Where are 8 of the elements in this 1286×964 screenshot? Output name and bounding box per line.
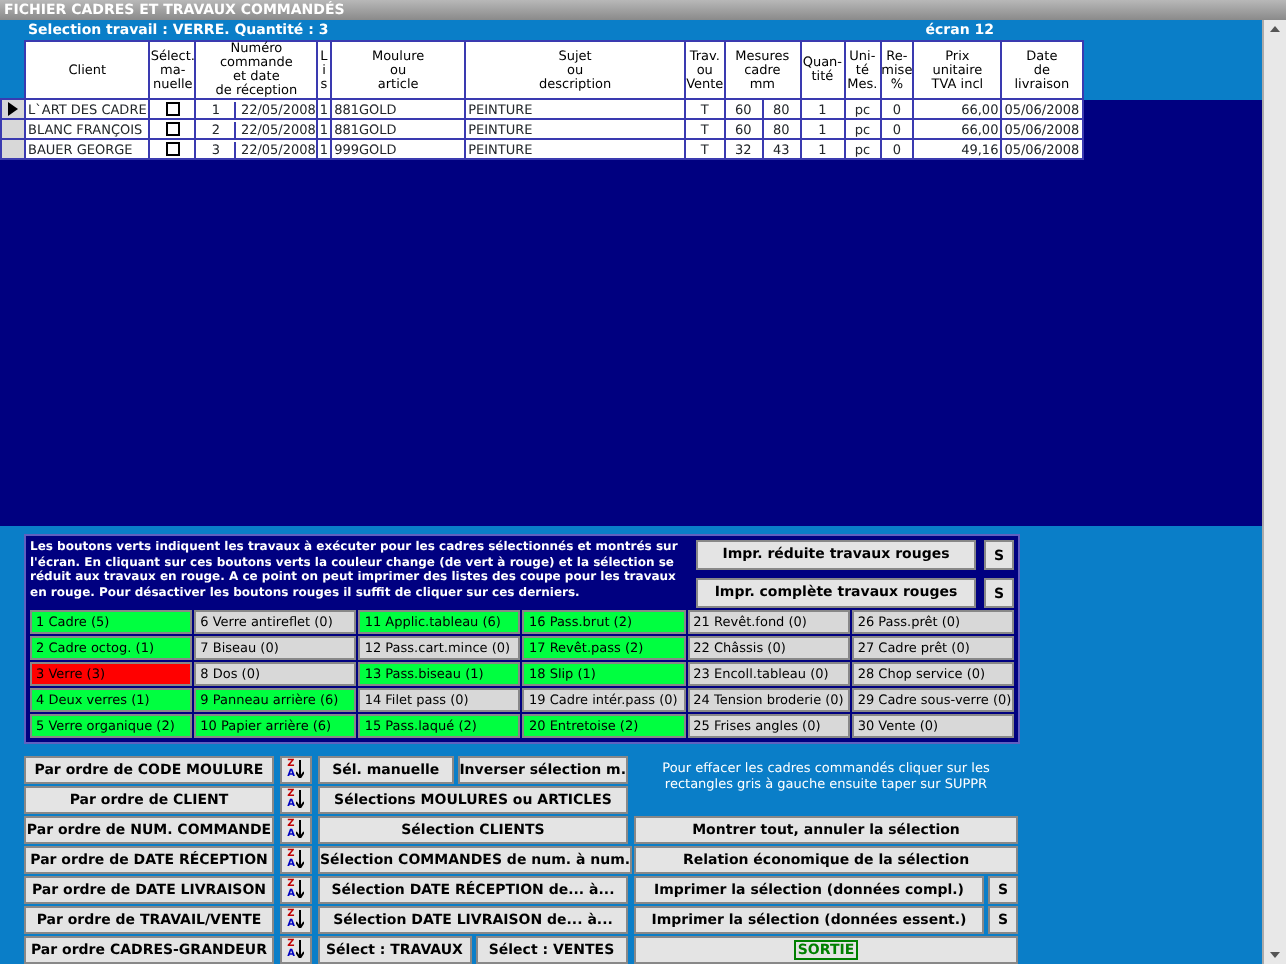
row-pointer-icon [8, 102, 18, 116]
row-selector[interactable] [1, 139, 25, 159]
checkbox[interactable] [165, 122, 180, 137]
scrollbar[interactable] [1262, 20, 1286, 964]
row-selector[interactable] [1, 119, 25, 139]
checkbox[interactable] [165, 102, 180, 117]
row-selector[interactable] [1, 99, 25, 119]
checkbox[interactable] [165, 142, 180, 157]
